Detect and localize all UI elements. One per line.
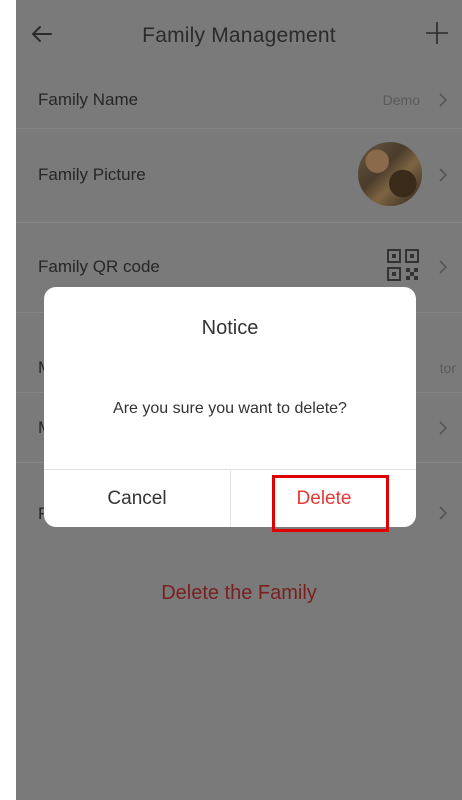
cancel-button[interactable]: Cancel (44, 470, 230, 527)
delete-button[interactable]: Delete (231, 470, 416, 527)
qr-code-icon (387, 249, 419, 281)
dialog-message: Are you sure you want to delete? (113, 400, 347, 417)
notice-dialog: Notice Are you sure you want to delete? … (44, 287, 416, 527)
family-name-row[interactable]: Family Name Demo (16, 72, 462, 129)
dialog-title: Notice (201, 317, 259, 339)
page-title: Family Management (142, 24, 336, 47)
chevron-right-icon (439, 260, 448, 274)
plus-icon[interactable] (424, 20, 450, 46)
family-qr-label: Family QR code (38, 257, 160, 276)
family-name-label: Family Name (38, 90, 139, 109)
back-arrow-icon[interactable] (30, 22, 54, 46)
family-picture-label: Family Picture (38, 165, 146, 184)
chevron-right-icon (439, 421, 448, 435)
delete-family-button[interactable]: Delete the Family (16, 558, 462, 628)
top-bar: Family Management (16, 0, 462, 72)
my-role-value: tor (439, 360, 456, 376)
chevron-right-icon (439, 168, 448, 182)
chevron-right-icon (439, 506, 448, 520)
chevron-right-icon (439, 93, 448, 107)
family-name-value: Demo (382, 92, 420, 108)
family-picture-row[interactable]: Family Picture (16, 128, 462, 223)
family-avatar (358, 142, 422, 206)
